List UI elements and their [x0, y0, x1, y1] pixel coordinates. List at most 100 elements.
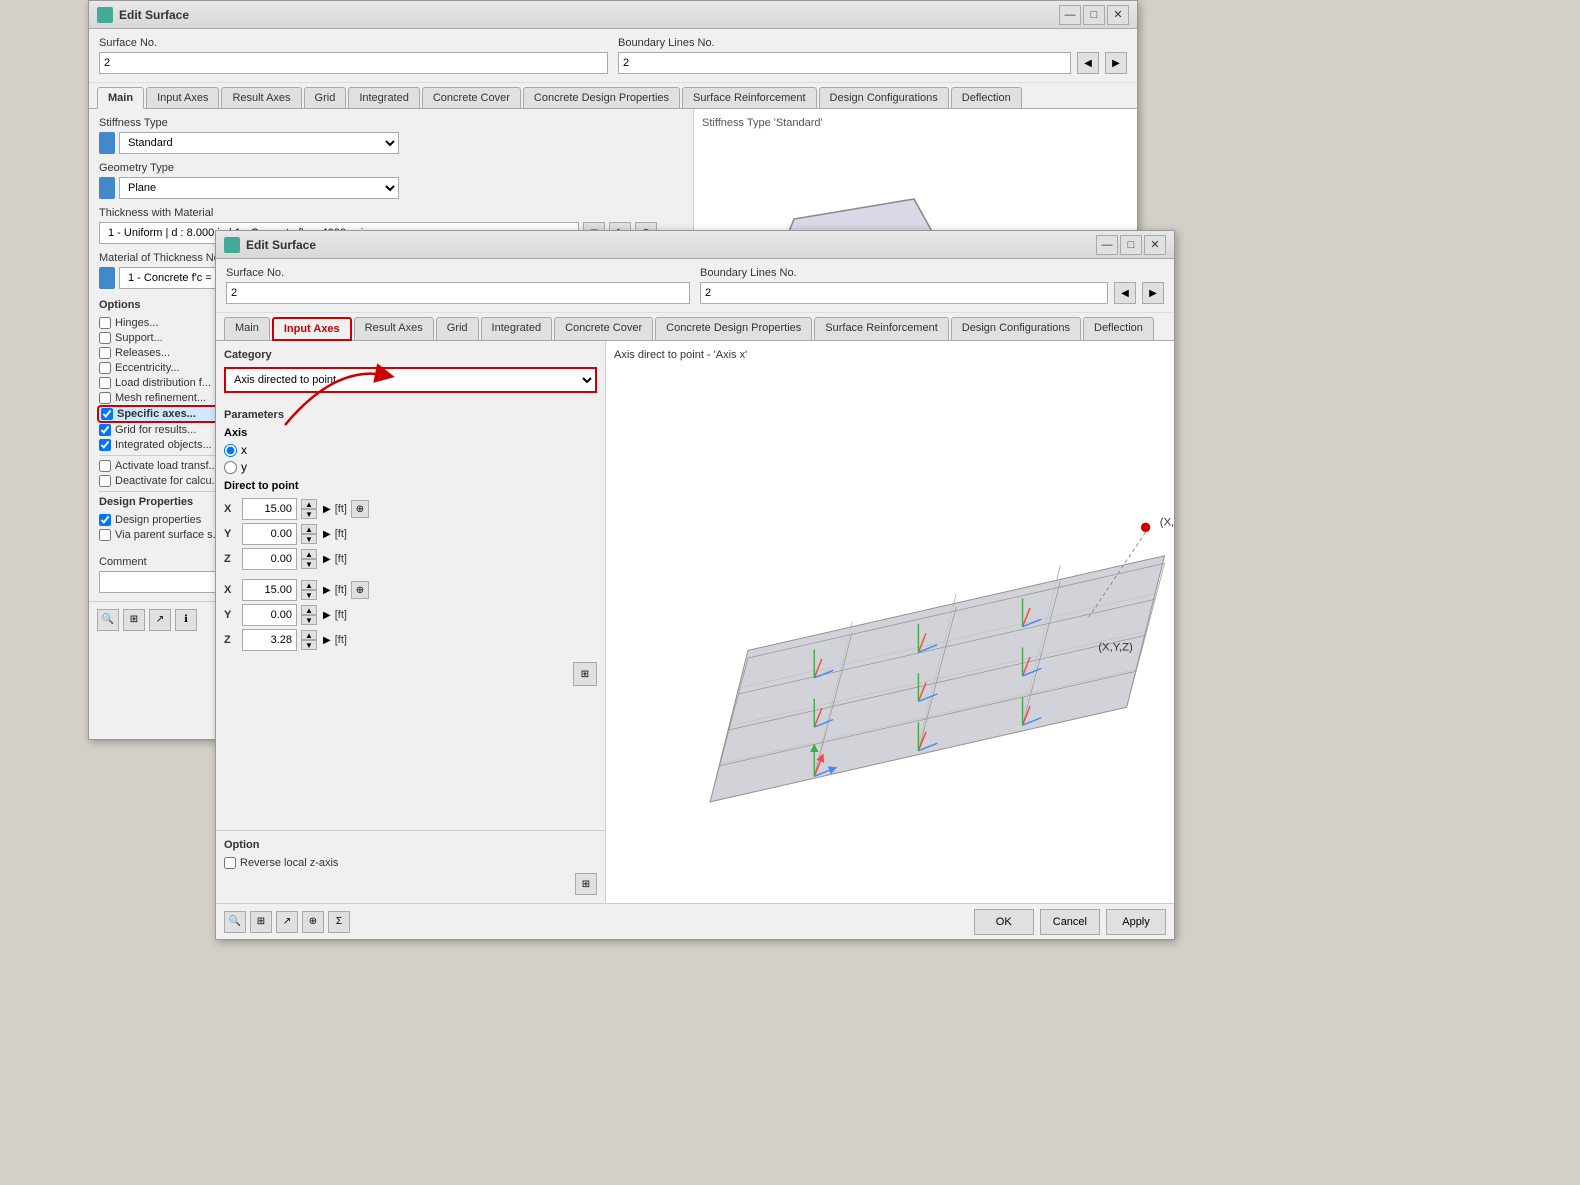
bg-toolbar-info[interactable]: ℹ [175, 609, 197, 631]
bg-geometry-select[interactable]: Plane [119, 177, 399, 199]
bg-surface-no-input[interactable]: 2 [99, 52, 608, 74]
fg-tab-surface-reinf[interactable]: Surface Reinforcement [814, 317, 949, 340]
fg-coord-x1-input[interactable] [242, 498, 297, 520]
fg-category-select[interactable]: Axis directed to point [224, 367, 597, 393]
fg-tab-input-axes[interactable]: Input Axes [272, 317, 352, 341]
bg-stiffness-select[interactable]: Standard [119, 132, 399, 154]
fg-coord-z1-down[interactable]: ▼ [301, 559, 317, 569]
fg-coord-y2-unit: [ft] [335, 609, 347, 621]
bg-tab-concrete-cover[interactable]: Concrete Cover [422, 87, 521, 108]
bg-sep2 [99, 491, 222, 492]
fg-coord-x1-row: X ▲ ▼ ▶ [ft] ⊕ [224, 498, 597, 520]
bg-title-buttons: — □ ✕ [1059, 5, 1129, 25]
fg-coord-x1-up[interactable]: ▲ [301, 499, 317, 509]
fg-coord-z2-down[interactable]: ▼ [301, 640, 317, 650]
bg-boundary-nav1[interactable]: ◀ [1077, 52, 1099, 74]
bg-boundary-nav2[interactable]: ▶ [1105, 52, 1127, 74]
fg-coord-z1-row: Z ▲ ▼ ▶ [ft] [224, 548, 597, 570]
fg-tab-grid[interactable]: Grid [436, 317, 479, 340]
fg-coord-z1-input[interactable] [242, 548, 297, 570]
bg-stiffness-label: Stiffness Type [99, 117, 683, 129]
fg-coord-x2-input[interactable] [242, 579, 297, 601]
bg-tab-concrete-design[interactable]: Concrete Design Properties [523, 87, 680, 108]
fg-tab-design-config[interactable]: Design Configurations [951, 317, 1081, 340]
fg-apply-btn[interactable]: Apply [1106, 909, 1166, 935]
bg-tab-surface-reinf[interactable]: Surface Reinforcement [682, 87, 817, 108]
fg-option-section: Option Reverse local z-axis ⊞ [216, 830, 605, 903]
bg-window-title: Edit Surface [119, 8, 1059, 22]
fg-tab-main[interactable]: Main [224, 317, 270, 340]
fg-surface-header: Surface No. Boundary Lines No. ◀ ▶ [216, 259, 1174, 313]
fg-expand-btn[interactable]: ⊞ [573, 662, 597, 686]
fg-coord-y1-down[interactable]: ▼ [301, 534, 317, 544]
bg-opt-activate-load: Activate load transf... [99, 460, 222, 472]
fg-toolbar-grid[interactable]: ⊞ [250, 911, 272, 933]
fg-toolbar-target[interactable]: ⊕ [302, 911, 324, 933]
fg-radio-x[interactable] [224, 444, 237, 457]
fg-coord-y2-down[interactable]: ▼ [301, 615, 317, 625]
fg-toolbar-arrow[interactable]: ↗ [276, 911, 298, 933]
fg-coord-g2-pick[interactable]: ⊕ [351, 581, 369, 599]
fg-radio-y[interactable] [224, 461, 237, 474]
bg-tab-integrated[interactable]: Integrated [348, 87, 420, 108]
fg-coord-y1-up[interactable]: ▲ [301, 524, 317, 534]
fg-coord-z2-up[interactable]: ▲ [301, 630, 317, 640]
fg-tab-concrete-design[interactable]: Concrete Design Properties [655, 317, 812, 340]
fg-boundary-nav2[interactable]: ▶ [1142, 282, 1164, 304]
fg-toolbar-sigma[interactable]: Σ [328, 911, 350, 933]
fg-tab-integrated[interactable]: Integrated [481, 317, 553, 340]
bg-tab-design-config[interactable]: Design Configurations [819, 87, 949, 108]
bg-boundary-input[interactable] [618, 52, 1071, 74]
fg-close-btn[interactable]: ✕ [1144, 235, 1166, 255]
fg-coord-z2-label: Z [224, 634, 238, 646]
fg-coord-x2-label: X [224, 584, 238, 596]
fg-coord-y2-input[interactable] [242, 604, 297, 626]
fg-reverse-z-checkbox[interactable] [224, 857, 236, 869]
bg-tab-grid[interactable]: Grid [304, 87, 347, 108]
fg-coord-z2-input[interactable] [242, 629, 297, 651]
bg-tab-main[interactable]: Main [97, 87, 144, 109]
fg-tab-bar: Main Input Axes Result Axes Grid Integra… [216, 313, 1174, 341]
fg-category-section: Category Axis directed to point [216, 341, 605, 401]
fg-axis-y-label: y [241, 460, 247, 474]
fg-tab-deflection[interactable]: Deflection [1083, 317, 1154, 340]
fg-coord-x1-down[interactable]: ▼ [301, 509, 317, 519]
bg-toolbar-arrow[interactable]: ↗ [149, 609, 171, 631]
bg-options-title: Options [99, 299, 222, 311]
bg-tab-input-axes[interactable]: Input Axes [146, 87, 219, 108]
bg-opt-design-props: Design properties [99, 514, 222, 526]
fg-coord-x2-up[interactable]: ▲ [301, 580, 317, 590]
fg-boundary-nav1[interactable]: ◀ [1114, 282, 1136, 304]
fg-coord-g1-pick[interactable]: ⊕ [351, 500, 369, 518]
bg-tab-result-axes[interactable]: Result Axes [221, 87, 301, 108]
bg-minimize-btn[interactable]: — [1059, 5, 1081, 25]
bg-maximize-btn[interactable]: □ [1083, 5, 1105, 25]
fg-option-icon[interactable]: ⊞ [575, 873, 597, 895]
fg-coord-x2-row: X ▲ ▼ ▶ [ft] ⊕ [224, 579, 597, 601]
fg-coord-x1-spin: ▲ ▼ [301, 499, 317, 519]
fg-coord-x2-down[interactable]: ▼ [301, 590, 317, 600]
fg-axis-group: Axis x y [224, 427, 597, 474]
fg-minimize-btn[interactable]: — [1096, 235, 1118, 255]
fg-3d-preview-svg: (X,Y,Z) (X,Y,Z) [606, 341, 1174, 903]
bg-tab-deflection[interactable]: Deflection [951, 87, 1022, 108]
fg-coord-z1-up[interactable]: ▲ [301, 549, 317, 559]
fg-coord-y1-input[interactable] [242, 523, 297, 545]
bg-toolbar-search[interactable]: 🔍 [97, 609, 119, 631]
fg-maximize-btn[interactable]: □ [1120, 235, 1142, 255]
fg-tab-concrete-cover[interactable]: Concrete Cover [554, 317, 653, 340]
fg-boundary-input[interactable] [700, 282, 1108, 304]
fg-coord-y2-row: Y ▲ ▼ ▶ [ft] [224, 604, 597, 626]
fg-cancel-btn[interactable]: Cancel [1040, 909, 1100, 935]
fg-coord-y2-up[interactable]: ▲ [301, 605, 317, 615]
bg-opt-eccentricity: Eccentricity... [99, 362, 222, 374]
fg-surface-no-input[interactable] [226, 282, 690, 304]
fg-toolbar-search[interactable]: 🔍 [224, 911, 246, 933]
bg-close-btn[interactable]: ✕ [1107, 5, 1129, 25]
fg-tab-result-axes[interactable]: Result Axes [354, 317, 434, 340]
fg-option-label: Option [224, 839, 597, 851]
fg-coord-z1-spin: ▲ ▼ [301, 549, 317, 569]
bg-toolbar-grid[interactable]: ⊞ [123, 609, 145, 631]
fg-surface-no-section: Surface No. [226, 267, 690, 304]
fg-ok-btn[interactable]: OK [974, 909, 1034, 935]
